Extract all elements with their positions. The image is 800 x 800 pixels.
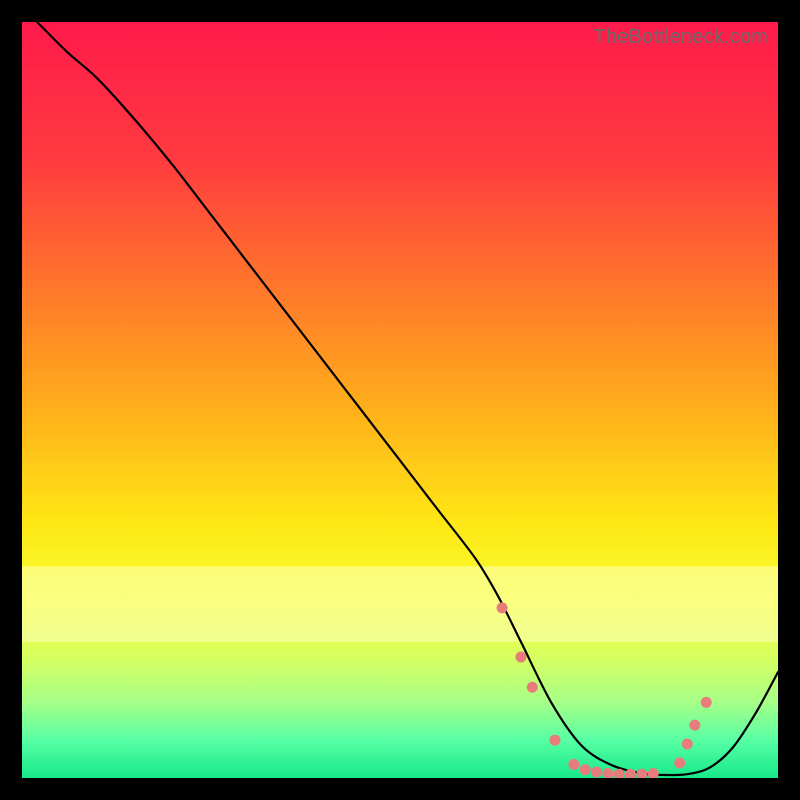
watermark-label: TheBottleneck.com [593,26,768,49]
data-marker [568,759,579,770]
data-marker [682,738,693,749]
data-marker [674,757,685,768]
data-marker [549,735,560,746]
chart-svg [22,22,778,778]
chart-frame: TheBottleneck.com [0,0,800,800]
data-marker [580,764,591,775]
data-marker [689,720,700,731]
gradient-background [22,22,778,778]
pale-band [22,566,778,642]
data-marker [497,602,508,613]
data-marker [527,682,538,693]
data-marker [515,652,526,663]
data-marker [591,766,602,777]
data-marker [701,697,712,708]
plot-area: TheBottleneck.com [22,22,778,778]
